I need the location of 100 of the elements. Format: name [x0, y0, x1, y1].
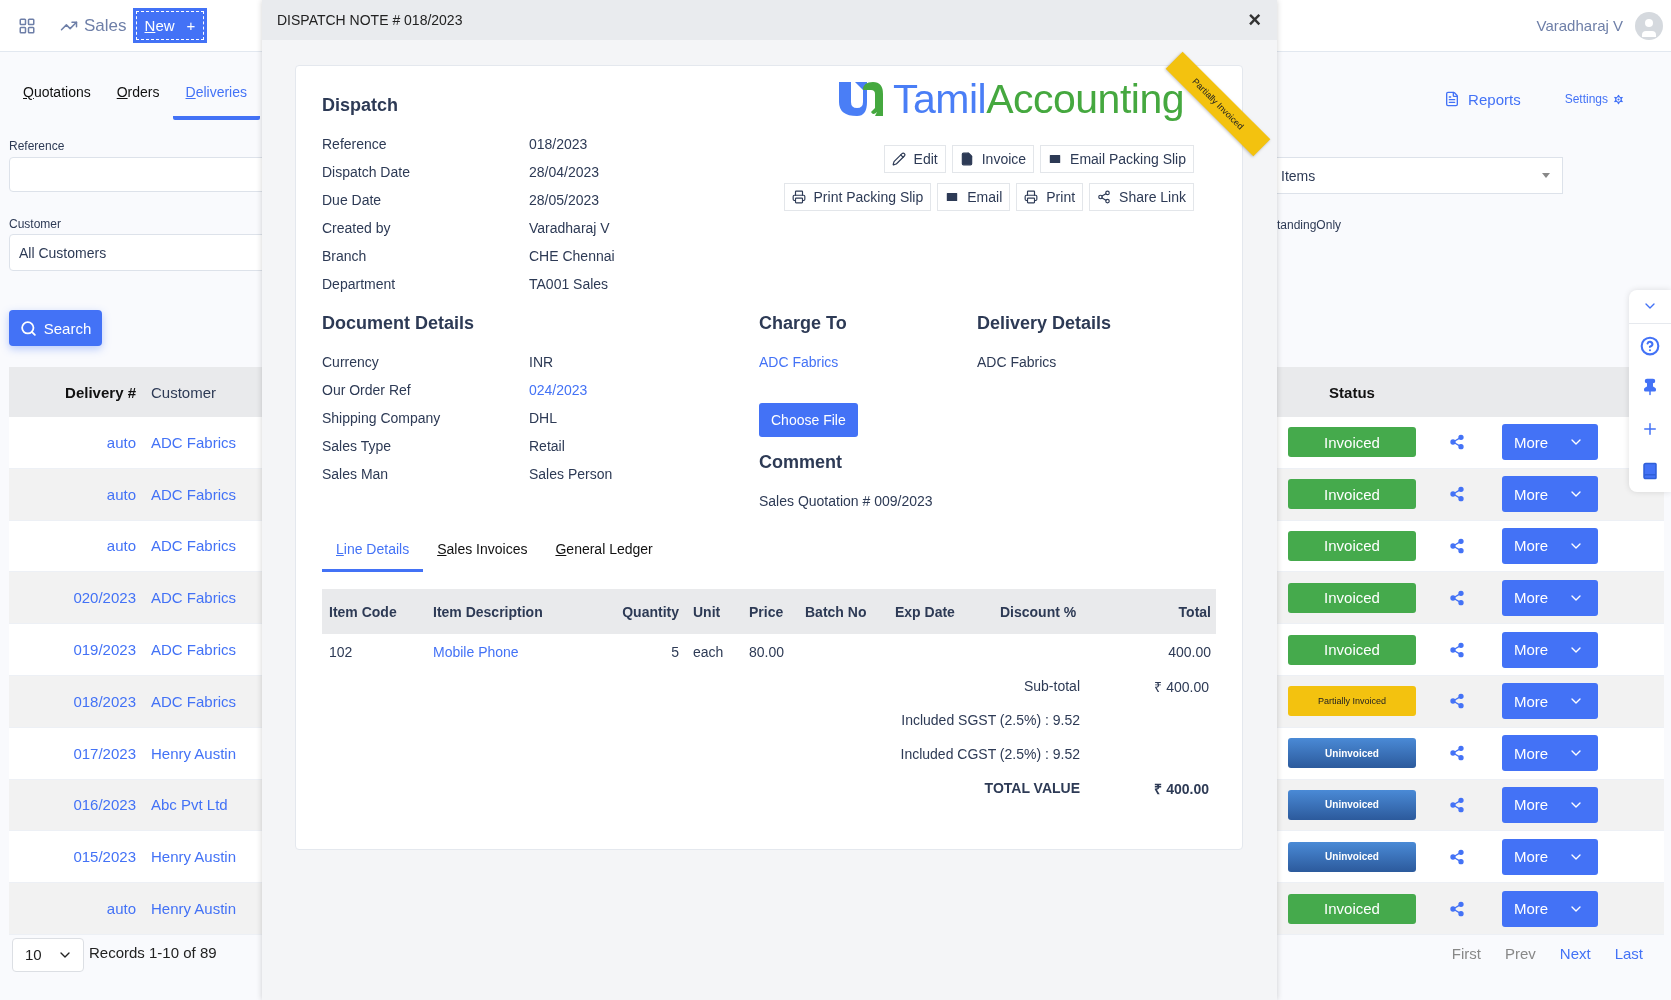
more-button[interactable]: More	[1502, 890, 1598, 927]
column-header[interactable]: Customer	[143, 383, 217, 401]
choose-file-button[interactable]: Choose File	[759, 403, 858, 437]
action-button[interactable]: Edit	[883, 145, 946, 173]
book-icon[interactable]	[1641, 462, 1659, 480]
column-header[interactable]: Status	[1277, 383, 1416, 401]
items-select[interactable]: Items	[1277, 157, 1563, 194]
share-icon[interactable]	[1449, 486, 1465, 503]
more-button[interactable]: More	[1502, 683, 1598, 720]
delivery-link[interactable]: 016/2023	[9, 796, 143, 814]
settings-link[interactable]: Settings	[1564, 92, 1625, 106]
delivery-link[interactable]: 020/2023	[9, 589, 143, 607]
status-badge: Uninvoiced	[1288, 841, 1416, 872]
share-icon[interactable]	[1449, 538, 1465, 554]
field-label: Branch	[322, 248, 368, 264]
sales-link[interactable]: Sales	[60, 15, 127, 36]
more-button[interactable]: More	[1502, 476, 1598, 513]
delivery-link[interactable]: 018/2023	[9, 692, 143, 710]
more-button[interactable]: More	[1502, 735, 1598, 772]
plus-icon[interactable]	[1641, 420, 1659, 438]
more-button[interactable]: More	[1502, 838, 1598, 875]
settings-icon	[1612, 92, 1625, 106]
table-cell-text: 102	[328, 643, 354, 660]
delivery-name: ADC Fabrics	[977, 353, 1057, 372]
close-button[interactable]: ×	[1244, 9, 1265, 31]
new-button[interactable]: New +	[132, 8, 208, 43]
customer-link[interactable]: ADC Fabrics	[143, 433, 236, 451]
tab[interactable]: Orders	[103, 68, 173, 120]
action-button[interactable]: Email Packing Slip	[1040, 145, 1194, 173]
customer-link[interactable]: ADC Fabrics	[143, 485, 236, 503]
field-value: CHE Chennai	[529, 248, 616, 264]
records-count: Records 1-10 of 89	[89, 943, 217, 961]
action-button[interactable]: Print	[1016, 183, 1084, 211]
help-icon[interactable]	[1640, 336, 1660, 356]
search-button[interactable]: Search	[9, 310, 102, 346]
action-button[interactable]: Email	[937, 183, 1011, 211]
table-cell-text: 80.00	[748, 643, 786, 660]
delivery-link[interactable]: auto	[9, 537, 143, 555]
customer-link[interactable]: ADC Fabrics	[143, 641, 236, 659]
pagination-link[interactable]: Next	[1559, 944, 1591, 962]
delivery-link[interactable]: 015/2023	[9, 848, 143, 866]
customer-link[interactable]: Henry Austin	[143, 900, 237, 918]
field-value: 28/05/2023	[529, 192, 601, 208]
document-icon	[1444, 91, 1461, 107]
more-button[interactable]: More	[1502, 424, 1598, 461]
user-name[interactable]: Varadharaj V	[1536, 17, 1623, 34]
customer-link[interactable]: ADC Fabrics	[759, 348, 839, 376]
more-button[interactable]: More	[1502, 631, 1598, 668]
comment-text: Sales Quotation # 009/2023	[759, 492, 933, 511]
status-badge: Partially Invoiced	[1288, 686, 1416, 717]
apps-grid-icon[interactable]	[18, 16, 36, 35]
field-label: Sales Man	[322, 466, 390, 482]
share-icon[interactable]	[1449, 434, 1465, 451]
customer-link[interactable]: Henry Austin	[143, 744, 237, 762]
printer-icon	[1024, 190, 1039, 204]
order-link[interactable]: 024/2023	[529, 382, 759, 398]
more-button[interactable]: More	[1502, 528, 1598, 564]
action-button[interactable]: Share Link	[1089, 183, 1194, 211]
share-icon[interactable]	[1449, 745, 1465, 762]
share-icon[interactable]	[1449, 693, 1465, 710]
customer-link[interactable]: ADC Fabrics	[143, 692, 236, 710]
share-icon[interactable]	[1449, 589, 1465, 606]
status-badge: Uninvoiced	[1288, 738, 1416, 769]
section-heading: Comment	[759, 451, 842, 474]
item-link[interactable]: Mobile Phone	[426, 643, 596, 660]
customer-link[interactable]: ADC Fabrics	[143, 537, 236, 555]
tab[interactable]: Sales Invoices	[423, 528, 542, 572]
delivery-link[interactable]: 019/2023	[9, 641, 143, 659]
more-button[interactable]: More	[1502, 579, 1598, 616]
more-button[interactable]: More	[1502, 786, 1598, 823]
delivery-link[interactable]: auto	[9, 900, 143, 918]
customer-select[interactable]: All Customers	[9, 234, 262, 271]
pencil-icon	[891, 152, 906, 166]
status-badge: Invoiced	[1288, 427, 1416, 458]
reference-input[interactable]	[9, 157, 262, 192]
tab[interactable]: Line Details	[322, 528, 424, 572]
field-value: DHL	[529, 410, 558, 426]
column-header: Batch No	[804, 603, 868, 620]
customer-link[interactable]: Henry Austin	[143, 848, 237, 866]
customer-link[interactable]: ADC Fabrics	[143, 589, 236, 607]
pagination-link[interactable]: Last	[1614, 944, 1643, 962]
customer-link[interactable]: Abc Pvt Ltd	[143, 796, 228, 814]
pin-icon[interactable]	[1641, 378, 1659, 396]
share-icon[interactable]	[1449, 900, 1465, 917]
filter-label: tandingOnly	[1277, 217, 1343, 233]
tab[interactable]: General Ledger	[541, 528, 667, 572]
share-icon[interactable]	[1449, 641, 1465, 658]
delivery-link[interactable]: auto	[9, 433, 143, 451]
total-label: Included CGST (2.5%) : 9.52	[899, 746, 1080, 762]
reports-link[interactable]: Reports	[1444, 90, 1521, 108]
delivery-link[interactable]: 017/2023	[9, 744, 143, 762]
page-size-select[interactable]: 10	[12, 937, 84, 972]
column-header[interactable]: Delivery #	[9, 383, 143, 401]
column-header: Price	[748, 603, 785, 620]
share-icon[interactable]	[1449, 848, 1465, 865]
tab[interactable]: Quotations	[10, 68, 104, 120]
action-button[interactable]: Invoice	[951, 145, 1035, 173]
delivery-link[interactable]: auto	[9, 485, 143, 503]
action-button[interactable]: Print Packing Slip	[783, 183, 932, 211]
share-icon[interactable]	[1449, 796, 1465, 813]
